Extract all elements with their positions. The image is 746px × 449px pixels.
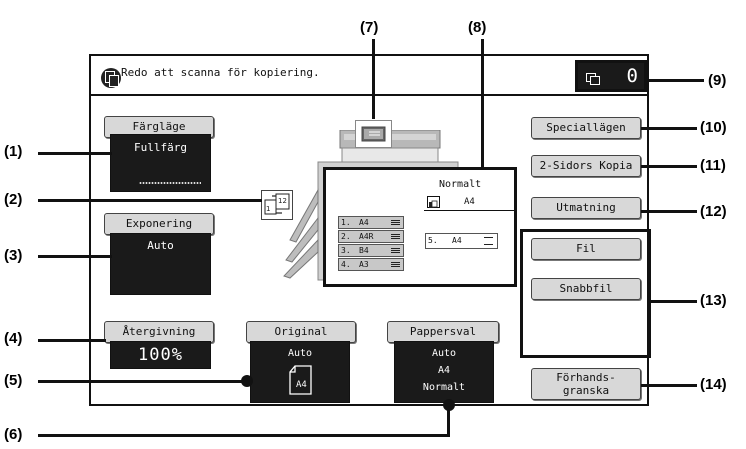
callout-line [38,152,112,155]
svg-text:12: 12 [278,197,287,205]
original-doc-size: A4 [296,380,307,390]
callout-label: (11) [700,157,726,174]
original-size-mode: Auto [287,348,313,359]
bypass-tray-row[interactable]: 5. A4 [425,233,498,249]
exposure-display: Auto [110,233,211,295]
callout-label: (7) [360,19,379,36]
paper-stack-icon [391,220,400,225]
color-level-indicator [139,181,201,185]
original-button[interactable]: Original [246,321,356,343]
paper-size-value: A4 [437,365,451,376]
callout-line [641,127,697,130]
job-count: 0 [626,65,638,87]
tray-number: 1. [341,218,351,227]
duplex-mode-icon: 1 12 [261,190,293,220]
callout-label: (2) [4,191,23,208]
ratio-button[interactable]: Återgivning [104,321,214,343]
ratio-display: 100% [110,341,211,369]
callout-label: (4) [4,330,23,347]
original-display: Auto A4 [250,341,350,403]
callout-line [38,339,106,342]
two-sided-copy-button[interactable]: 2-Sidors Kopia [531,155,641,177]
callout-label: (5) [4,372,23,389]
color-mode-display: Fullfärg [110,134,211,192]
tray-number: 4. [341,260,351,269]
callout-label: (3) [4,247,23,264]
callout-line [38,255,112,258]
callout-label: (9) [708,72,727,89]
ratio-value: 100% [138,345,183,365]
paper-stack-icon [484,237,493,245]
tray-size: A4R [359,232,374,241]
divider [424,210,516,211]
exposure-button[interactable]: Exponering [104,213,214,235]
tray-number: 5. [428,236,438,245]
paper-select-button[interactable]: Pappersval [387,321,499,343]
callout-line [641,165,697,168]
callout-line [648,79,704,82]
callout-label: (13) [700,292,727,309]
exposure-value: Auto [147,239,174,252]
callout-line [481,39,484,169]
tray-number: 2. [341,232,351,241]
original-size-icon [355,120,392,148]
tray-row[interactable]: 4. A3 [338,258,404,271]
paper-selected-size: A4 [464,197,475,207]
callout-label: (14) [700,376,727,393]
color-mode-value: Fullfärg [134,141,187,154]
tray-size: A4 [452,236,462,245]
callout-label: (1) [4,143,23,160]
tray-row[interactable]: 2. A4R [338,230,404,243]
callout-label: (10) [700,119,727,136]
tray-size: B4 [359,246,369,255]
tray-size: A3 [359,260,369,269]
callout-label: (8) [468,19,487,36]
job-status-display[interactable]: 0 [575,60,647,92]
callout-line [372,39,375,119]
job-queue-icon [586,73,600,85]
paper-selected-icon [427,196,440,208]
paper-stack-icon [391,248,400,253]
callout-label: (6) [4,426,23,443]
paper-tray-display: Normalt A4 1. A4 2. A4R 3. B4 4. A3 5. A… [323,167,517,287]
preview-button[interactable]: Förhands- granska [531,368,641,400]
paper-type-value: Normalt [422,382,466,393]
paper-type-label: Normalt [439,179,482,190]
callout-line [641,210,697,213]
tray-number: 3. [341,246,351,255]
callout-line [38,380,248,383]
svg-text:1: 1 [266,205,270,213]
paper-stack-icon [391,234,400,239]
original-document-icon: A4 [288,364,313,396]
paper-select-display: Auto A4 Normalt [394,341,494,403]
tray-row[interactable]: 3. B4 [338,244,404,257]
callout-line [38,434,450,437]
tray-size: A4 [359,218,369,227]
paper-size-mode: Auto [431,348,457,359]
file-button[interactable]: Fil [531,238,641,260]
status-bar: Redo att scanna för kopiering. 0 [91,56,647,96]
callout-line [648,300,697,303]
output-button[interactable]: Utmatning [531,197,641,219]
callout-dot [443,399,455,411]
callout-dot [241,375,253,387]
quick-file-button[interactable]: Snabbfil [531,278,641,300]
special-modes-button[interactable]: Speciallägen [531,117,641,139]
copy-status-icon [101,68,121,88]
callout-label: (12) [700,203,727,220]
callout-line [641,384,697,387]
status-message: Redo att scanna för kopiering. [121,66,320,79]
callout-line [38,199,262,202]
paper-stack-icon [391,262,400,267]
tray-row[interactable]: 1. A4 [338,216,404,229]
